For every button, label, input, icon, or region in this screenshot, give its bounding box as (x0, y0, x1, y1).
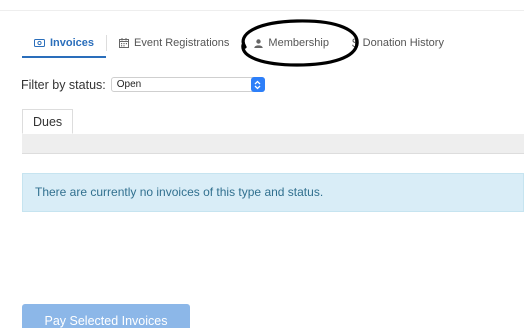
filter-label: Filter by status: (21, 77, 106, 92)
tab-event-registrations[interactable]: Event Registrations (107, 30, 229, 56)
user-icon (254, 38, 264, 48)
pay-selected-invoices-button[interactable]: Pay Selected Invoices (22, 304, 190, 328)
top-divider (0, 10, 524, 11)
invoice-icon (34, 39, 45, 47)
empty-state-message: There are currently no invoices of this … (35, 185, 324, 199)
tab-label: Membership (268, 37, 329, 49)
status-select-value: Open (116, 79, 142, 90)
chevron-updown-icon (250, 77, 265, 92)
status-filter: Filter by status: Open (21, 77, 265, 92)
tab-label: Event Registrations (134, 37, 230, 49)
subtab-dues[interactable]: Dues (22, 109, 74, 134)
tab-invoices[interactable]: Invoices (22, 30, 107, 58)
invoice-type-tabs: Dues (22, 109, 524, 135)
status-select[interactable]: Open (110, 77, 265, 92)
invoice-table-header (22, 134, 524, 154)
subtab-label: Dues (33, 115, 63, 129)
tab-membership[interactable]: Membership (229, 30, 329, 56)
tab-label: Donation History (362, 37, 444, 49)
dollar-icon: $ (351, 36, 359, 50)
tab-bar: Invoices Event Registrations Membership … (22, 30, 444, 60)
calendar-icon (119, 38, 130, 48)
page: Invoices Event Registrations Membership … (0, 0, 524, 328)
tab-donation-history[interactable]: $ Donation History (329, 30, 444, 56)
tab-label: Invoices (50, 37, 95, 49)
empty-state-alert: There are currently no invoices of this … (22, 173, 524, 212)
